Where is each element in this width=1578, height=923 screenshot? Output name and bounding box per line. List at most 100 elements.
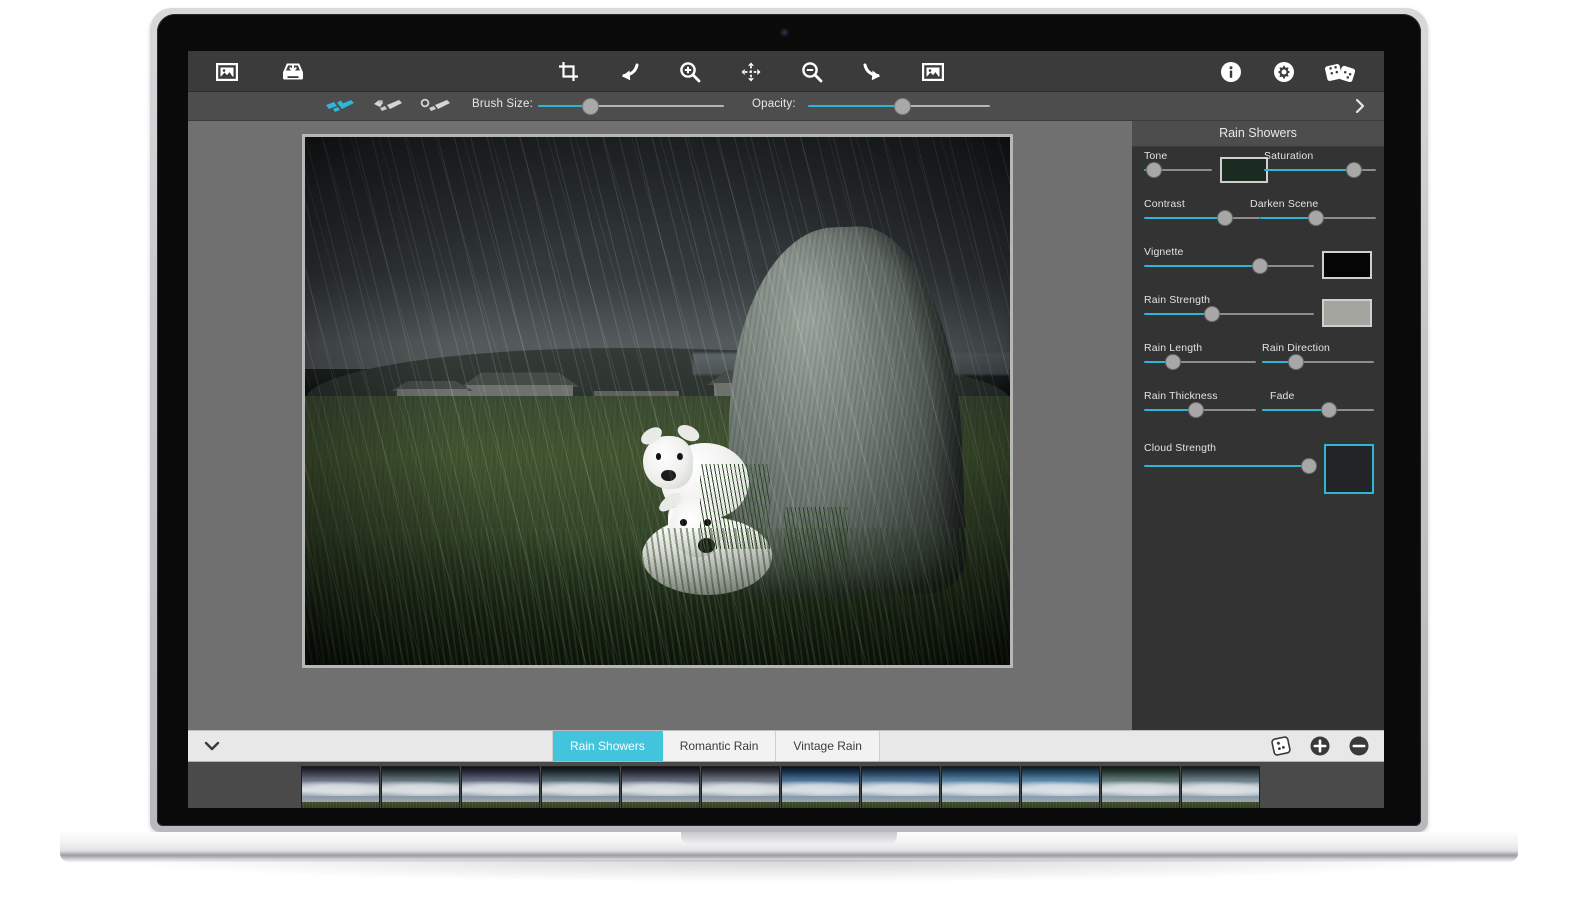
saturation-slider[interactable] xyxy=(1264,163,1376,177)
redo-icon[interactable] xyxy=(860,59,886,84)
tone-slider-knob[interactable] xyxy=(1146,163,1161,177)
application-window: Brush Size: Opacity: Rain Showers Tone S… xyxy=(188,51,1384,808)
darken-scene-slider[interactable] xyxy=(1260,211,1376,225)
cloud-strength-swatch[interactable] xyxy=(1324,444,1374,494)
add-preset-button[interactable] xyxy=(1309,735,1331,757)
laptop-shadow xyxy=(120,860,1460,882)
preset-thumbnail[interactable]: Rain Shower 01 xyxy=(301,766,380,808)
panel-title: Rain Showers xyxy=(1132,121,1384,147)
fade-label: Fade xyxy=(1270,390,1295,402)
preset-thumbnail-image[interactable] xyxy=(381,766,460,808)
preset-thumbnail-image[interactable] xyxy=(701,766,780,808)
preset-thumbnail-strip[interactable]: Rain Shower 01Rain Shower 02Rain Shower … xyxy=(188,762,1384,808)
rain-length-slider-knob[interactable] xyxy=(1166,355,1181,369)
tone-swatch[interactable] xyxy=(1220,157,1268,183)
save-image-icon[interactable] xyxy=(280,59,306,84)
tone-slider[interactable] xyxy=(1144,163,1212,177)
fit-image-icon[interactable] xyxy=(920,59,946,84)
rain-direction-slider-knob[interactable] xyxy=(1288,355,1303,369)
preset-thumbnail[interactable]: Rain Shower 12 xyxy=(1181,766,1260,808)
preset-thumbnail[interactable]: Rain Shower 10 xyxy=(1021,766,1100,808)
preset-thumbnail-image[interactable] xyxy=(461,766,540,808)
preset-thumbnail-image[interactable] xyxy=(861,766,940,808)
fade-slider[interactable] xyxy=(1262,403,1374,417)
preset-thumbnail-image[interactable] xyxy=(941,766,1020,808)
preset-tabs: Rain Showers Romantic Rain Vintage Rain xyxy=(552,731,880,761)
preset-thumbnail[interactable]: Rain Shower 04 xyxy=(541,766,620,808)
preset-tab-rain-showers[interactable]: Rain Showers xyxy=(552,731,663,761)
rain-length-label: Rain Length xyxy=(1144,342,1203,354)
pan-move-icon[interactable] xyxy=(738,59,764,84)
rain-thickness-slider[interactable] xyxy=(1144,403,1256,417)
rain-direction-slider[interactable] xyxy=(1262,355,1374,369)
zoom-in-icon[interactable] xyxy=(677,59,703,84)
randomize-preset-button[interactable] xyxy=(1270,735,1292,757)
preset-thumbnail-image[interactable] xyxy=(621,766,700,808)
canvas-area[interactable] xyxy=(188,121,1132,730)
preset-thumbnail[interactable]: Rain Shower 09 xyxy=(941,766,1020,808)
cloud-strength-label: Cloud Strength xyxy=(1144,442,1217,454)
preset-thumbnail-image[interactable] xyxy=(1181,766,1260,808)
preset-thumbnail-image[interactable] xyxy=(1101,766,1180,808)
rain-direction-label: Rain Direction xyxy=(1262,342,1331,354)
crop-icon[interactable] xyxy=(555,59,581,84)
chevron-down-icon[interactable] xyxy=(202,738,222,754)
opacity-label: Opacity: xyxy=(752,98,796,110)
preset-thumbnail[interactable]: Rain Shower 05 xyxy=(621,766,700,808)
fade-slider-knob[interactable] xyxy=(1322,403,1337,417)
vignette-swatch[interactable] xyxy=(1322,251,1372,279)
rain-thickness-slider-knob[interactable] xyxy=(1188,403,1203,417)
dice-icon[interactable] xyxy=(1324,59,1358,84)
brush-erase-icon[interactable] xyxy=(372,96,406,116)
darken-scene-slider-knob[interactable] xyxy=(1308,211,1323,225)
zoom-out-icon[interactable] xyxy=(799,59,825,84)
undo-icon[interactable] xyxy=(616,59,642,84)
cloud-strength-slider[interactable] xyxy=(1144,459,1317,473)
settings-icon[interactable] xyxy=(1271,59,1297,84)
rain-thickness-label: Rain Thickness xyxy=(1144,390,1218,402)
saturation-label: Saturation xyxy=(1264,150,1314,162)
contrast-slider[interactable] xyxy=(1144,211,1260,225)
preset-actions xyxy=(1270,735,1370,757)
screenshot-stage: Brush Size: Opacity: Rain Showers Tone S… xyxy=(0,0,1578,923)
rain-strength-slider[interactable] xyxy=(1144,307,1314,321)
vignette-slider[interactable] xyxy=(1144,259,1314,273)
rain-strength-label: Rain Strength xyxy=(1144,294,1211,306)
preset-thumbnail[interactable]: Rain Shower 11 xyxy=(1101,766,1180,808)
rain-strength-slider-knob[interactable] xyxy=(1205,307,1219,321)
brush-size-label: Brush Size: xyxy=(472,98,534,110)
opacity-slider[interactable] xyxy=(808,99,990,114)
adjustments-panel: Rain Showers Tone Saturation Contrast Darke… xyxy=(1132,121,1384,730)
contrast-label: Contrast xyxy=(1144,198,1185,210)
preset-thumbnail-image[interactable] xyxy=(781,766,860,808)
preset-thumbnail[interactable]: Rain Shower 02 xyxy=(381,766,460,808)
rain-strength-swatch[interactable] xyxy=(1322,299,1372,327)
brush-size-slider[interactable] xyxy=(538,99,724,114)
preset-tab-vintage-rain[interactable]: Vintage Rain xyxy=(776,731,880,761)
saturation-slider-knob[interactable] xyxy=(1346,163,1361,177)
tone-label: Tone xyxy=(1144,150,1168,162)
preset-bar: Rain Showers Romantic Rain Vintage Rain xyxy=(188,730,1384,762)
preset-thumbnail[interactable]: Rain Shower 03 xyxy=(461,766,540,808)
preset-thumbnail[interactable]: Rain Shower 07 xyxy=(781,766,860,808)
preset-thumbnail-image[interactable] xyxy=(301,766,380,808)
main-toolbar xyxy=(188,51,1384,92)
vignette-slider-knob[interactable] xyxy=(1252,259,1267,273)
preset-thumbnail[interactable]: Rain Shower 08 xyxy=(861,766,940,808)
brush-smudge-icon[interactable] xyxy=(420,96,454,116)
photo-canvas[interactable] xyxy=(302,134,1013,668)
chevron-right-icon[interactable] xyxy=(1350,96,1370,116)
darken-scene-label: Darken Scene xyxy=(1250,198,1319,210)
preset-tab-romantic-rain[interactable]: Romantic Rain xyxy=(662,731,777,761)
remove-preset-button[interactable] xyxy=(1348,735,1370,757)
info-icon[interactable] xyxy=(1218,59,1244,84)
open-image-icon[interactable] xyxy=(214,59,240,84)
preset-thumbnail-image[interactable] xyxy=(541,766,620,808)
brush-paint-icon[interactable] xyxy=(324,96,358,116)
preset-thumbnail[interactable]: Rain Shower 06 xyxy=(701,766,780,808)
cloud-strength-slider-knob[interactable] xyxy=(1302,459,1317,473)
rain-length-slider[interactable] xyxy=(1144,355,1256,369)
contrast-slider-knob[interactable] xyxy=(1218,211,1233,225)
preset-thumbnail-image[interactable] xyxy=(1021,766,1100,808)
brush-toolbar: Brush Size: Opacity: xyxy=(188,92,1384,121)
